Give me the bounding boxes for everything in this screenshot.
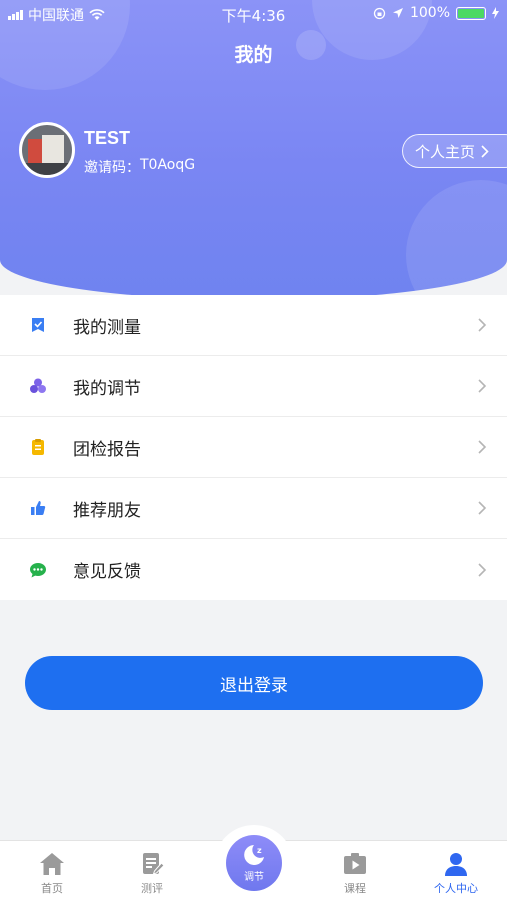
assessment-icon xyxy=(138,850,166,878)
chevron-right-icon xyxy=(478,440,487,454)
moon-sleep-icon: z xyxy=(244,845,264,865)
tab-course[interactable]: 课程 xyxy=(315,841,395,900)
chevron-right-icon xyxy=(478,562,487,577)
course-icon xyxy=(341,850,369,878)
settings-menu: 我的测量 我的调节 团检报告 推荐朋友 意见反馈 xyxy=(0,295,507,600)
orientation-lock-icon xyxy=(373,7,386,19)
menu-item-my-measurement[interactable]: 我的测量 xyxy=(0,295,507,356)
svg-text:z: z xyxy=(257,846,262,855)
tab-label: 调节 xyxy=(244,872,264,883)
avatar[interactable] xyxy=(19,122,75,178)
menu-item-my-adjustment[interactable]: 我的调节 xyxy=(0,356,507,417)
menu-item-label: 我的测量 xyxy=(73,317,141,338)
tab-home[interactable]: 首页 xyxy=(12,841,92,900)
invite-label: 邀请码： xyxy=(84,160,140,176)
menu-item-recommend-friends[interactable]: 推荐朋友 xyxy=(0,478,507,539)
invite-code: T0AoqG xyxy=(140,157,196,173)
location-icon xyxy=(392,8,403,18)
tab-personal-center[interactable]: 个人中心 xyxy=(416,841,496,900)
charging-icon xyxy=(492,7,499,19)
thumbs-up-icon xyxy=(29,499,47,517)
feedback-icon xyxy=(29,561,47,579)
battery-icon xyxy=(456,6,486,20)
chevron-right-icon xyxy=(478,379,487,393)
menu-item-label: 意见反馈 xyxy=(73,562,141,582)
tab-adjust[interactable]: z 调节 xyxy=(226,835,282,891)
page-title: 我的 xyxy=(234,44,273,66)
home-icon xyxy=(38,850,66,878)
status-bar: 中国联通 下午4:36 100% xyxy=(0,0,507,28)
person-icon xyxy=(442,850,470,878)
decor-bubble xyxy=(406,180,507,300)
chevron-right-icon xyxy=(478,318,487,332)
measure-icon xyxy=(29,316,47,334)
menu-item-feedback[interactable]: 意见反馈 xyxy=(0,539,507,600)
menu-item-label: 团检报告 xyxy=(73,439,141,460)
chevron-right-icon xyxy=(481,144,489,158)
tab-label: 课程 xyxy=(344,882,366,895)
tab-label: 测评 xyxy=(141,882,163,895)
personal-homepage-label: 个人主页 xyxy=(415,142,476,161)
personal-homepage-button[interactable]: 个人主页 xyxy=(402,134,507,168)
menu-item-label: 我的调节 xyxy=(73,378,141,399)
battery-percent: 100% xyxy=(409,5,450,21)
invite-code-row: 邀请码： T0AoqG xyxy=(84,157,195,177)
menu-item-group-report[interactable]: 团检报告 xyxy=(0,417,507,478)
adjust-icon xyxy=(29,377,47,395)
tab-assessment[interactable]: 测评 xyxy=(112,841,192,900)
chevron-right-icon xyxy=(478,501,487,515)
tab-label: 首页 xyxy=(41,882,63,895)
tab-label: 个人中心 xyxy=(434,882,478,895)
report-icon xyxy=(29,438,47,456)
username: TEST xyxy=(84,128,131,148)
logout-button[interactable]: 退出登录 xyxy=(25,656,483,710)
menu-item-label: 推荐朋友 xyxy=(73,500,141,521)
